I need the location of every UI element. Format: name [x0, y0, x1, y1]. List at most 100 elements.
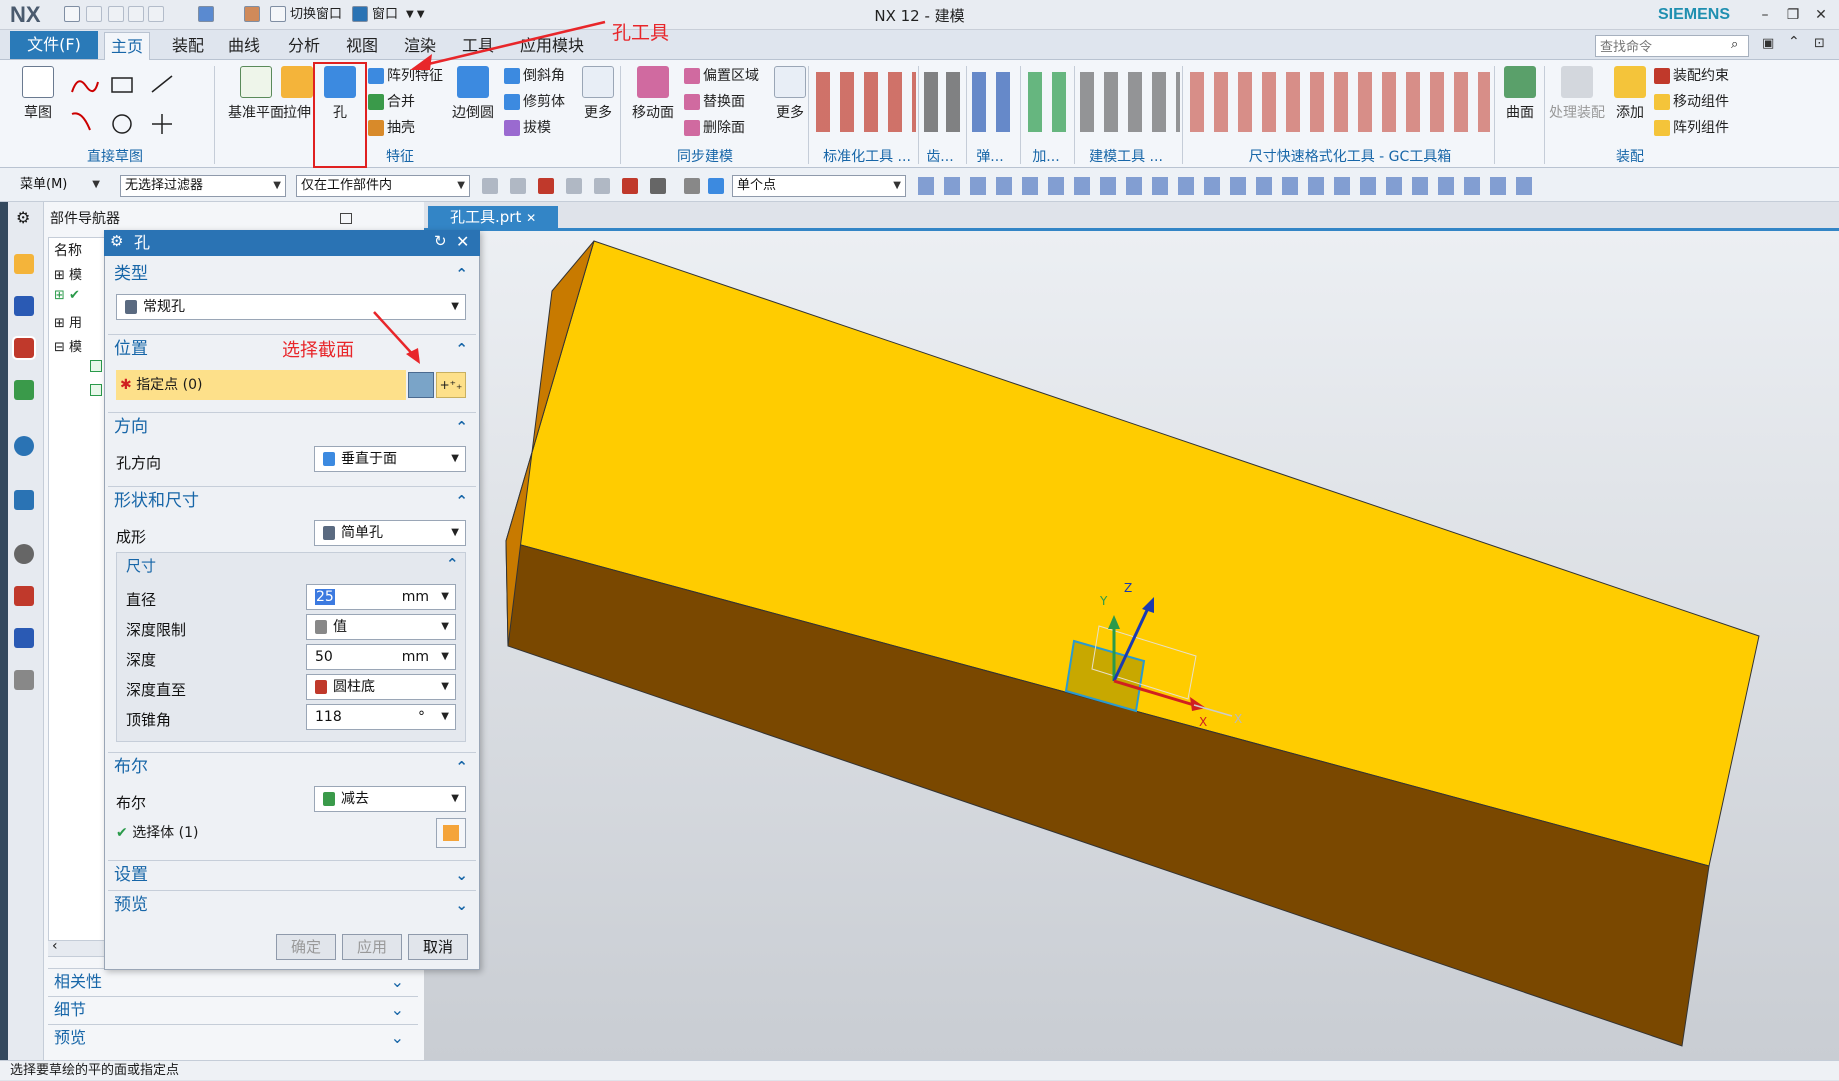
tab-home[interactable]: 主页 — [104, 32, 151, 60]
group-modeling-tools[interactable]: 建模工具 ... — [1076, 146, 1176, 166]
group-machining[interactable]: 加... — [1024, 146, 1068, 166]
assembly-navigator-icon[interactable] — [14, 254, 34, 274]
roles-icon[interactable] — [14, 628, 34, 648]
ok-button[interactable]: 确定 — [276, 934, 336, 960]
group-dimension-format[interactable]: 尺寸快速格式化工具 - GC工具箱 — [1230, 146, 1470, 166]
close-icon[interactable]: ✕ — [1808, 4, 1834, 26]
sketch-section-button[interactable] — [408, 372, 434, 398]
section-shape-and-dimensions[interactable]: 形状和尺寸 ⌃ — [108, 486, 476, 514]
point-dialog-button[interactable]: +⁺₊ — [436, 372, 466, 398]
minimize-icon[interactable]: – — [1752, 4, 1778, 26]
history-icon[interactable] — [14, 490, 34, 510]
group-gear[interactable]: 齿... — [920, 146, 960, 166]
group-assembly[interactable]: 装配 — [1600, 146, 1660, 166]
selection-tool-icon[interactable] — [708, 178, 724, 194]
spring-tools-icons[interactable] — [972, 72, 1012, 132]
modeling-tools-icons[interactable] — [1080, 72, 1180, 132]
navigator-maximize-icon[interactable] — [340, 213, 352, 224]
more-sync-button[interactable]: 更多 — [770, 66, 810, 122]
command-search-input[interactable] — [1595, 35, 1749, 57]
tab-view[interactable]: 视图 — [340, 32, 384, 60]
selection-scope-select[interactable]: 仅在工作部件内 — [296, 175, 470, 197]
selection-tool-icon[interactable] — [538, 178, 554, 194]
navigator-section-dependencies[interactable]: 相关性 ⌄ — [48, 968, 418, 994]
navigator-section-preview[interactable]: 预览 ⌄ — [48, 1024, 418, 1050]
file-menu-button[interactable]: 文件(F) — [10, 31, 98, 59]
gear-tools-icons[interactable] — [924, 72, 960, 132]
selection-tool-icon[interactable] — [684, 178, 700, 194]
group-synchronous-modeling[interactable]: 同步建模 — [660, 146, 750, 166]
model-block[interactable]: Z Y X X X — [424, 231, 1839, 1060]
offset-region-button[interactable]: 偏置区域 — [684, 64, 759, 88]
search-icon[interactable]: ⌕ — [1731, 37, 1738, 52]
close-dialog-icon[interactable]: ✕ — [456, 232, 469, 251]
assembly-constraint-button[interactable]: 装配约束 — [1654, 64, 1729, 88]
move-face-button[interactable]: 移动面 — [628, 66, 678, 122]
checkbox[interactable] — [90, 384, 102, 396]
tree-item[interactable]: ⊟ 模 — [54, 336, 82, 355]
tree-item[interactable]: ⊞ 模 — [54, 264, 82, 283]
dimension-format-icons[interactable] — [1190, 72, 1490, 132]
surface-button[interactable]: 曲面 — [1500, 66, 1540, 122]
section-direction[interactable]: 方向 ⌃ — [108, 412, 476, 440]
replace-face-button[interactable]: 替换面 — [684, 90, 745, 114]
help-icon[interactable]: ⊡ — [1814, 36, 1825, 51]
selection-tool-icon[interactable] — [566, 178, 582, 194]
type-filter-select[interactable]: 无选择过滤器 — [120, 175, 286, 197]
selection-tool-icon[interactable] — [594, 178, 610, 194]
snap-point-tool-icons[interactable] — [918, 177, 1538, 195]
restore-icon[interactable]: ❐ — [1780, 4, 1806, 26]
cancel-button[interactable]: 取消 — [408, 934, 468, 960]
tab-curve[interactable]: 曲线 — [222, 32, 266, 60]
tab-assembly[interactable]: 装配 — [166, 32, 210, 60]
section-preview[interactable]: 预览 ⌄ — [108, 890, 476, 918]
depth-input[interactable]: 50 mm — [306, 644, 456, 670]
form-select[interactable]: 简单孔 — [314, 520, 466, 546]
shell-button[interactable]: 抽壳 — [368, 116, 415, 140]
pattern-component-button[interactable]: 阵列组件 — [1654, 116, 1729, 140]
section-type[interactable]: 类型 ⌃ — [108, 260, 476, 288]
close-tab-icon[interactable]: ✕ — [526, 211, 536, 225]
group-standard-tools[interactable]: 标准化工具 ... — [812, 146, 922, 166]
gear-icon[interactable]: ⚙ — [16, 208, 30, 227]
group-direct-sketch[interactable]: 直接草图 — [40, 146, 190, 166]
machining-tools-icons[interactable] — [1028, 72, 1068, 132]
reset-icon[interactable]: ↻ — [434, 232, 447, 250]
hole-direction-select[interactable]: 垂直于面 — [314, 446, 466, 472]
process-assembly-button[interactable]: 处理装配 — [1548, 66, 1606, 122]
trim-body-button[interactable]: 修剪体 — [504, 90, 565, 114]
apply-button[interactable]: 应用 — [342, 934, 402, 960]
diameter-input[interactable]: 25 mm — [306, 584, 456, 610]
depth-limit-select[interactable]: 值 — [306, 614, 456, 640]
delete-face-button[interactable]: 删除面 — [684, 116, 745, 140]
scroll-left-icon[interactable]: ‹ — [52, 938, 58, 954]
select-body-button[interactable] — [436, 818, 466, 848]
select-body-row[interactable]: ✔ 选择体 (1) — [116, 822, 198, 844]
column-header-name[interactable]: 名称 — [54, 240, 82, 260]
web-browser-icon[interactable] — [14, 436, 34, 456]
reuse-library-icon[interactable] — [14, 380, 34, 400]
selection-tool-icon[interactable] — [510, 178, 526, 194]
system-materials-icon[interactable] — [14, 670, 34, 690]
add-component-button[interactable]: 添加 — [1612, 66, 1648, 122]
section-settings[interactable]: 设置 ⌄ — [108, 860, 476, 888]
dimensions-subsection-title[interactable]: 尺寸 — [126, 555, 156, 576]
group-spring[interactable]: 弹... — [968, 146, 1012, 166]
part-navigator-icon[interactable] — [12, 336, 36, 360]
move-component-button[interactable]: 移动组件 — [1654, 90, 1729, 114]
combine-button[interactable]: 合并 — [368, 90, 415, 114]
depth-to-select[interactable]: 圆柱底 — [306, 674, 456, 700]
selection-tool-icon[interactable] — [650, 178, 666, 194]
clock-icon[interactable] — [14, 544, 34, 564]
group-feature[interactable]: 特征 — [360, 146, 440, 166]
constraint-navigator-icon[interactable] — [14, 296, 34, 316]
tab-analysis[interactable]: 分析 — [282, 32, 326, 60]
file-tab[interactable]: 孔工具.prt ✕ — [428, 206, 558, 228]
tree-item[interactable]: ⊞ 用 — [54, 312, 82, 331]
selection-tool-icon[interactable] — [482, 178, 498, 194]
draft-button[interactable]: 拔模 — [504, 116, 551, 140]
navigator-section-details[interactable]: 细节 ⌄ — [48, 996, 418, 1022]
process-studio-icon[interactable] — [14, 586, 34, 606]
specify-point-row[interactable]: ✱ 指定点 (0) — [116, 370, 406, 400]
dialog-gear-icon[interactable]: ⚙ — [110, 232, 123, 250]
